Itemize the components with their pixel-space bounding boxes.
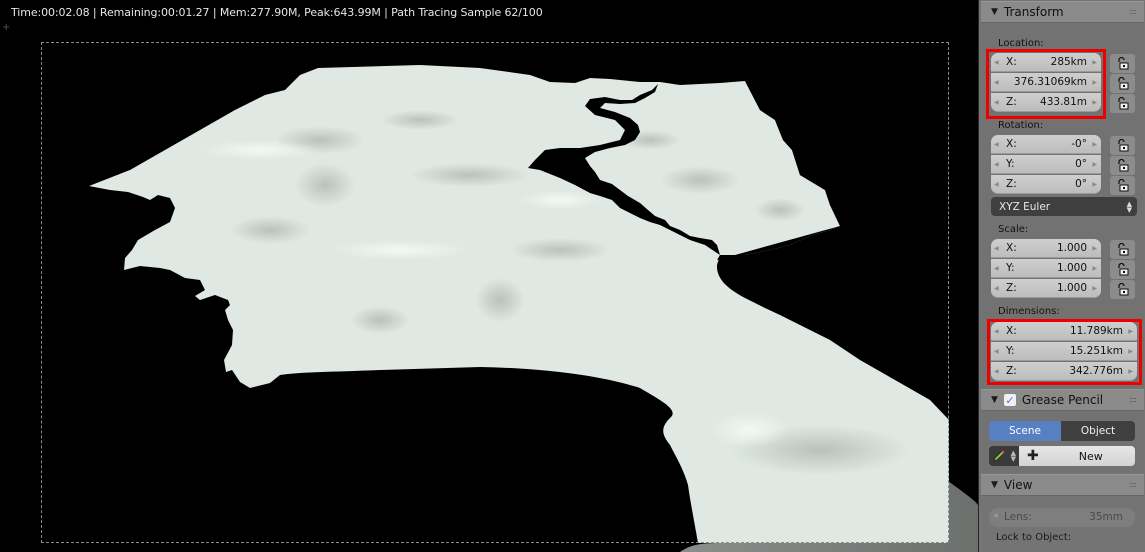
grease-pencil-datablock-selector[interactable]: ▲ ▼ [989,446,1019,466]
render-viewport[interactable]: Time:00:02.08 | Remaining:00:01.27 | Mem… [0,0,978,552]
lock-scale-z-toggle[interactable] [1110,280,1135,299]
lock-scale-x-toggle[interactable] [1110,240,1135,259]
transform-panel-header[interactable]: ▼ Transform :::: [981,1,1144,23]
view-panel-header[interactable]: ▼ View :::: [981,474,1144,496]
transform-panel-body: Location: ◀ X: 285km ▶ ◀ 376.31069km ▶ ◀ Z: 433… [981,23,1144,392]
drag-grip-icon[interactable]: :::: [1129,7,1137,16]
lock-scale-y-toggle[interactable] [1110,260,1135,279]
collapse-triangle-icon: ▼ [991,480,998,490]
drag-grip-icon[interactable]: :::: [1129,480,1137,489]
pencil-icon [993,450,1005,462]
dimensions-label: Dimensions: [998,306,1060,317]
rendered-terrain-image [89,0,978,552]
new-label: New [1078,449,1103,463]
plus-icon: ✚ [1027,448,1039,464]
scale-z-field[interactable]: ◀ Z: 1.000 ▶ [991,279,1101,298]
viewport-plus-icon[interactable]: + [2,22,10,33]
lock-location-x-toggle[interactable] [1110,54,1135,73]
rotation-y-field[interactable]: ◀ Y: 0° ▶ [991,155,1101,174]
grease-pencil-enable-checkbox[interactable]: ✓ [1003,394,1016,407]
lens-label: Lens: [1004,511,1032,523]
collapse-triangle-icon: ▼ [991,395,998,405]
scale-label: Scale: [998,224,1029,235]
padlock-icon [1117,178,1128,191]
padlock-icon [1117,96,1128,109]
location-label: Location: [998,38,1044,49]
scale-y-field[interactable]: ◀ Y: 1.000 ▶ [991,259,1101,278]
dimensions-highlight-box [987,319,1142,385]
rotation-mode-value: XYZ Euler [999,200,1051,213]
padlock-icon [1117,56,1128,69]
padlock-icon [1117,282,1128,295]
drag-grip-icon[interactable]: :::: [1129,395,1137,404]
tab-object[interactable]: Object [1061,421,1135,441]
rotation-label: Rotation: [998,120,1044,131]
lens-field[interactable]: ◀ Lens: 35mm [989,508,1135,527]
scale-x-field[interactable]: ◀ X: 1.000 ▶ [991,239,1101,258]
lock-location-z-toggle[interactable] [1110,94,1135,113]
rotation-mode-dropdown[interactable]: XYZ Euler ▲ ▼ [991,197,1137,216]
properties-sidebar: ▼ Transform :::: Location: ◀ X: 285km ▶ ◀ 37… [978,0,1145,552]
grease-pencil-title: Grease Pencil [1021,393,1104,407]
lock-rotation-x-toggle[interactable] [1110,136,1135,155]
lock-rotation-z-toggle[interactable] [1110,176,1135,195]
collapse-triangle-icon: ▼ [991,7,998,17]
lens-value: 35mm [1089,511,1123,523]
lock-to-object-label: Lock to Object: [996,532,1072,543]
rotation-x-field[interactable]: ◀ X: -0° ▶ [991,135,1101,154]
location-highlight-box [986,49,1106,119]
new-layer-row: ▲ ▼ ✚ New [989,446,1135,466]
lock-rotation-y-toggle[interactable] [1110,156,1135,175]
transform-title: Transform [1003,5,1064,19]
lock-location-y-toggle[interactable] [1110,74,1135,93]
updown-arrows-icon: ▲ ▼ [1010,449,1016,463]
grease-pencil-panel-header[interactable]: ▼ ✓ Grease Pencil :::: [981,389,1144,411]
padlock-icon [1117,76,1128,89]
padlock-icon [1117,262,1128,275]
tab-scene[interactable]: Scene [989,421,1061,441]
padlock-icon [1117,242,1128,255]
padlock-icon [1117,158,1128,171]
updown-arrows-icon: ▲ ▼ [1126,199,1132,214]
render-status-text: Time:00:02.08 | Remaining:00:01.27 | Mem… [11,6,543,19]
new-grease-pencil-button[interactable]: ✚ New [1019,446,1135,466]
padlock-icon [1117,138,1128,151]
rotation-z-field[interactable]: ◀ Z: 0° ▶ [991,175,1101,194]
view-title: View [1003,478,1033,492]
